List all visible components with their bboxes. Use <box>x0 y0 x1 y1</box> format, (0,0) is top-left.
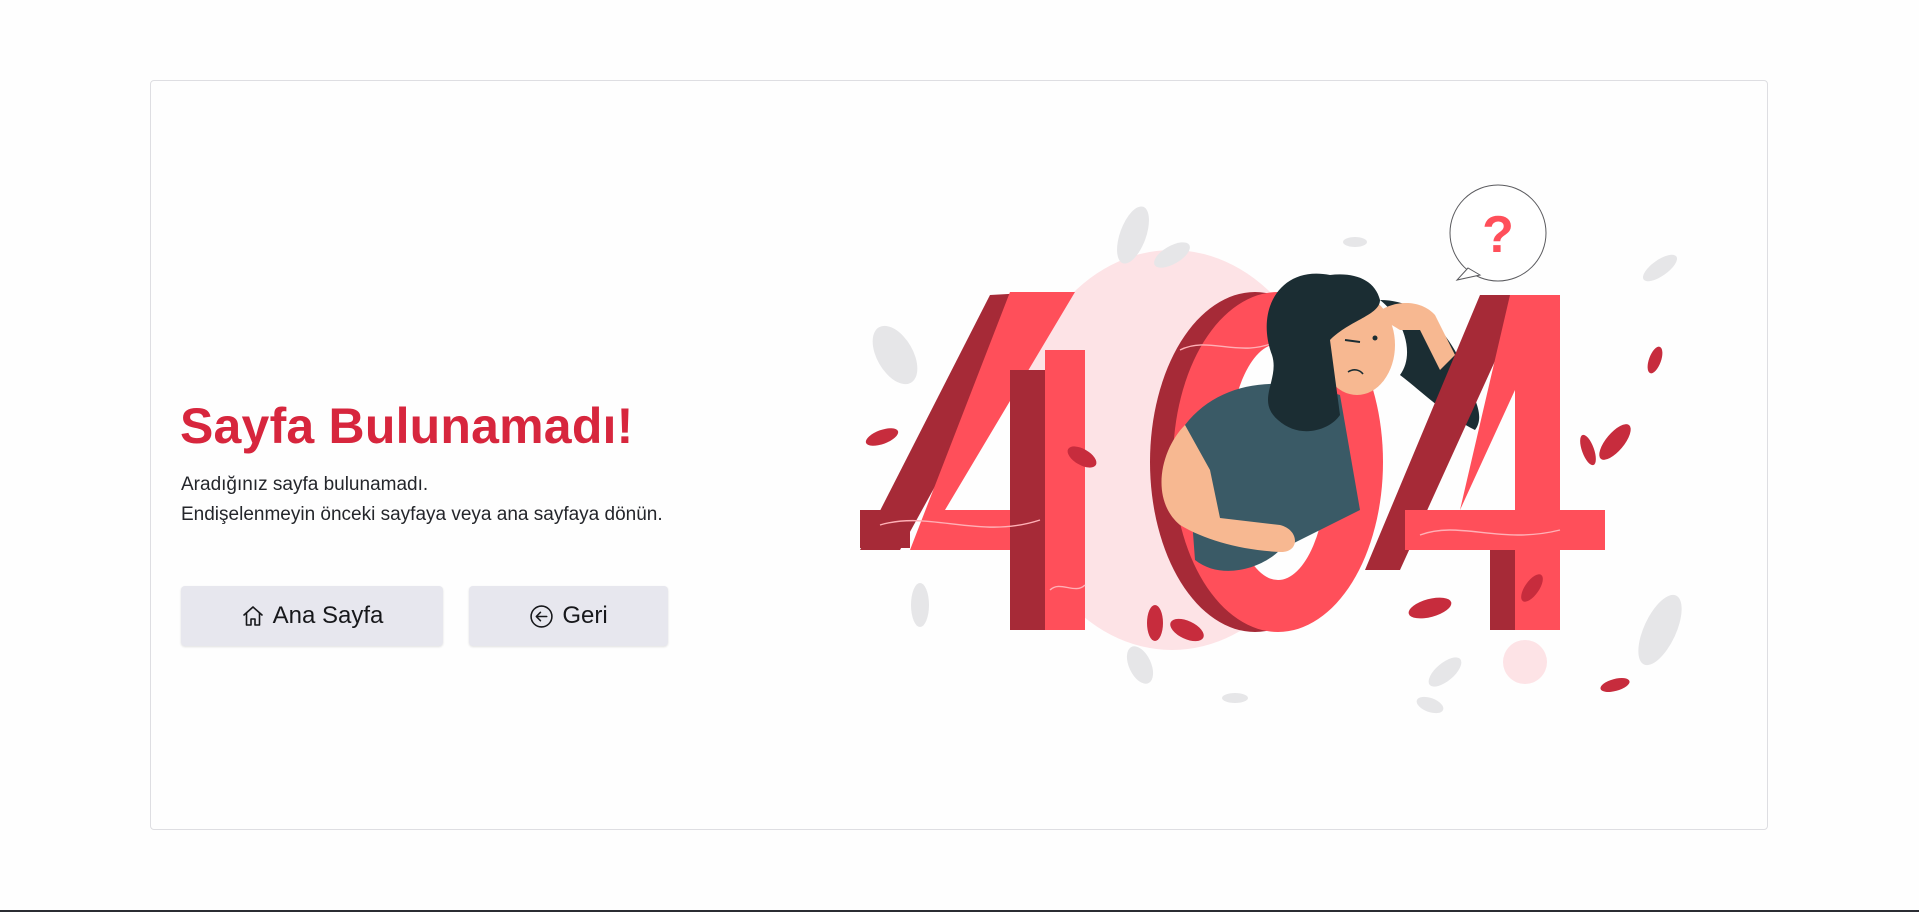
back-button[interactable]: Geri <box>469 586 668 646</box>
back-button-label: Geri <box>562 602 608 629</box>
arrow-left-circle-icon <box>530 604 554 628</box>
question-mark: ? <box>1482 206 1514 264</box>
description-line-2: Endişelenmeyin önceki sayfaya veya ana s… <box>181 504 663 525</box>
decor-dot <box>1503 640 1547 684</box>
home-button[interactable]: Ana Sayfa <box>181 586 443 646</box>
speech-bubble: ? <box>1449 184 1547 282</box>
page-description: Aradığınız sayfa bulunamadı. Endişelenme… <box>181 470 663 530</box>
404-illustration: ? <box>860 184 1682 714</box>
description-line-1: Aradığınız sayfa bulunamadı. <box>181 474 429 495</box>
home-button-label: Ana Sayfa <box>272 602 384 629</box>
page-title: Sayfa Bulunamadı! <box>180 398 634 454</box>
house-icon <box>242 606 263 626</box>
digit-four-right <box>1365 295 1605 630</box>
